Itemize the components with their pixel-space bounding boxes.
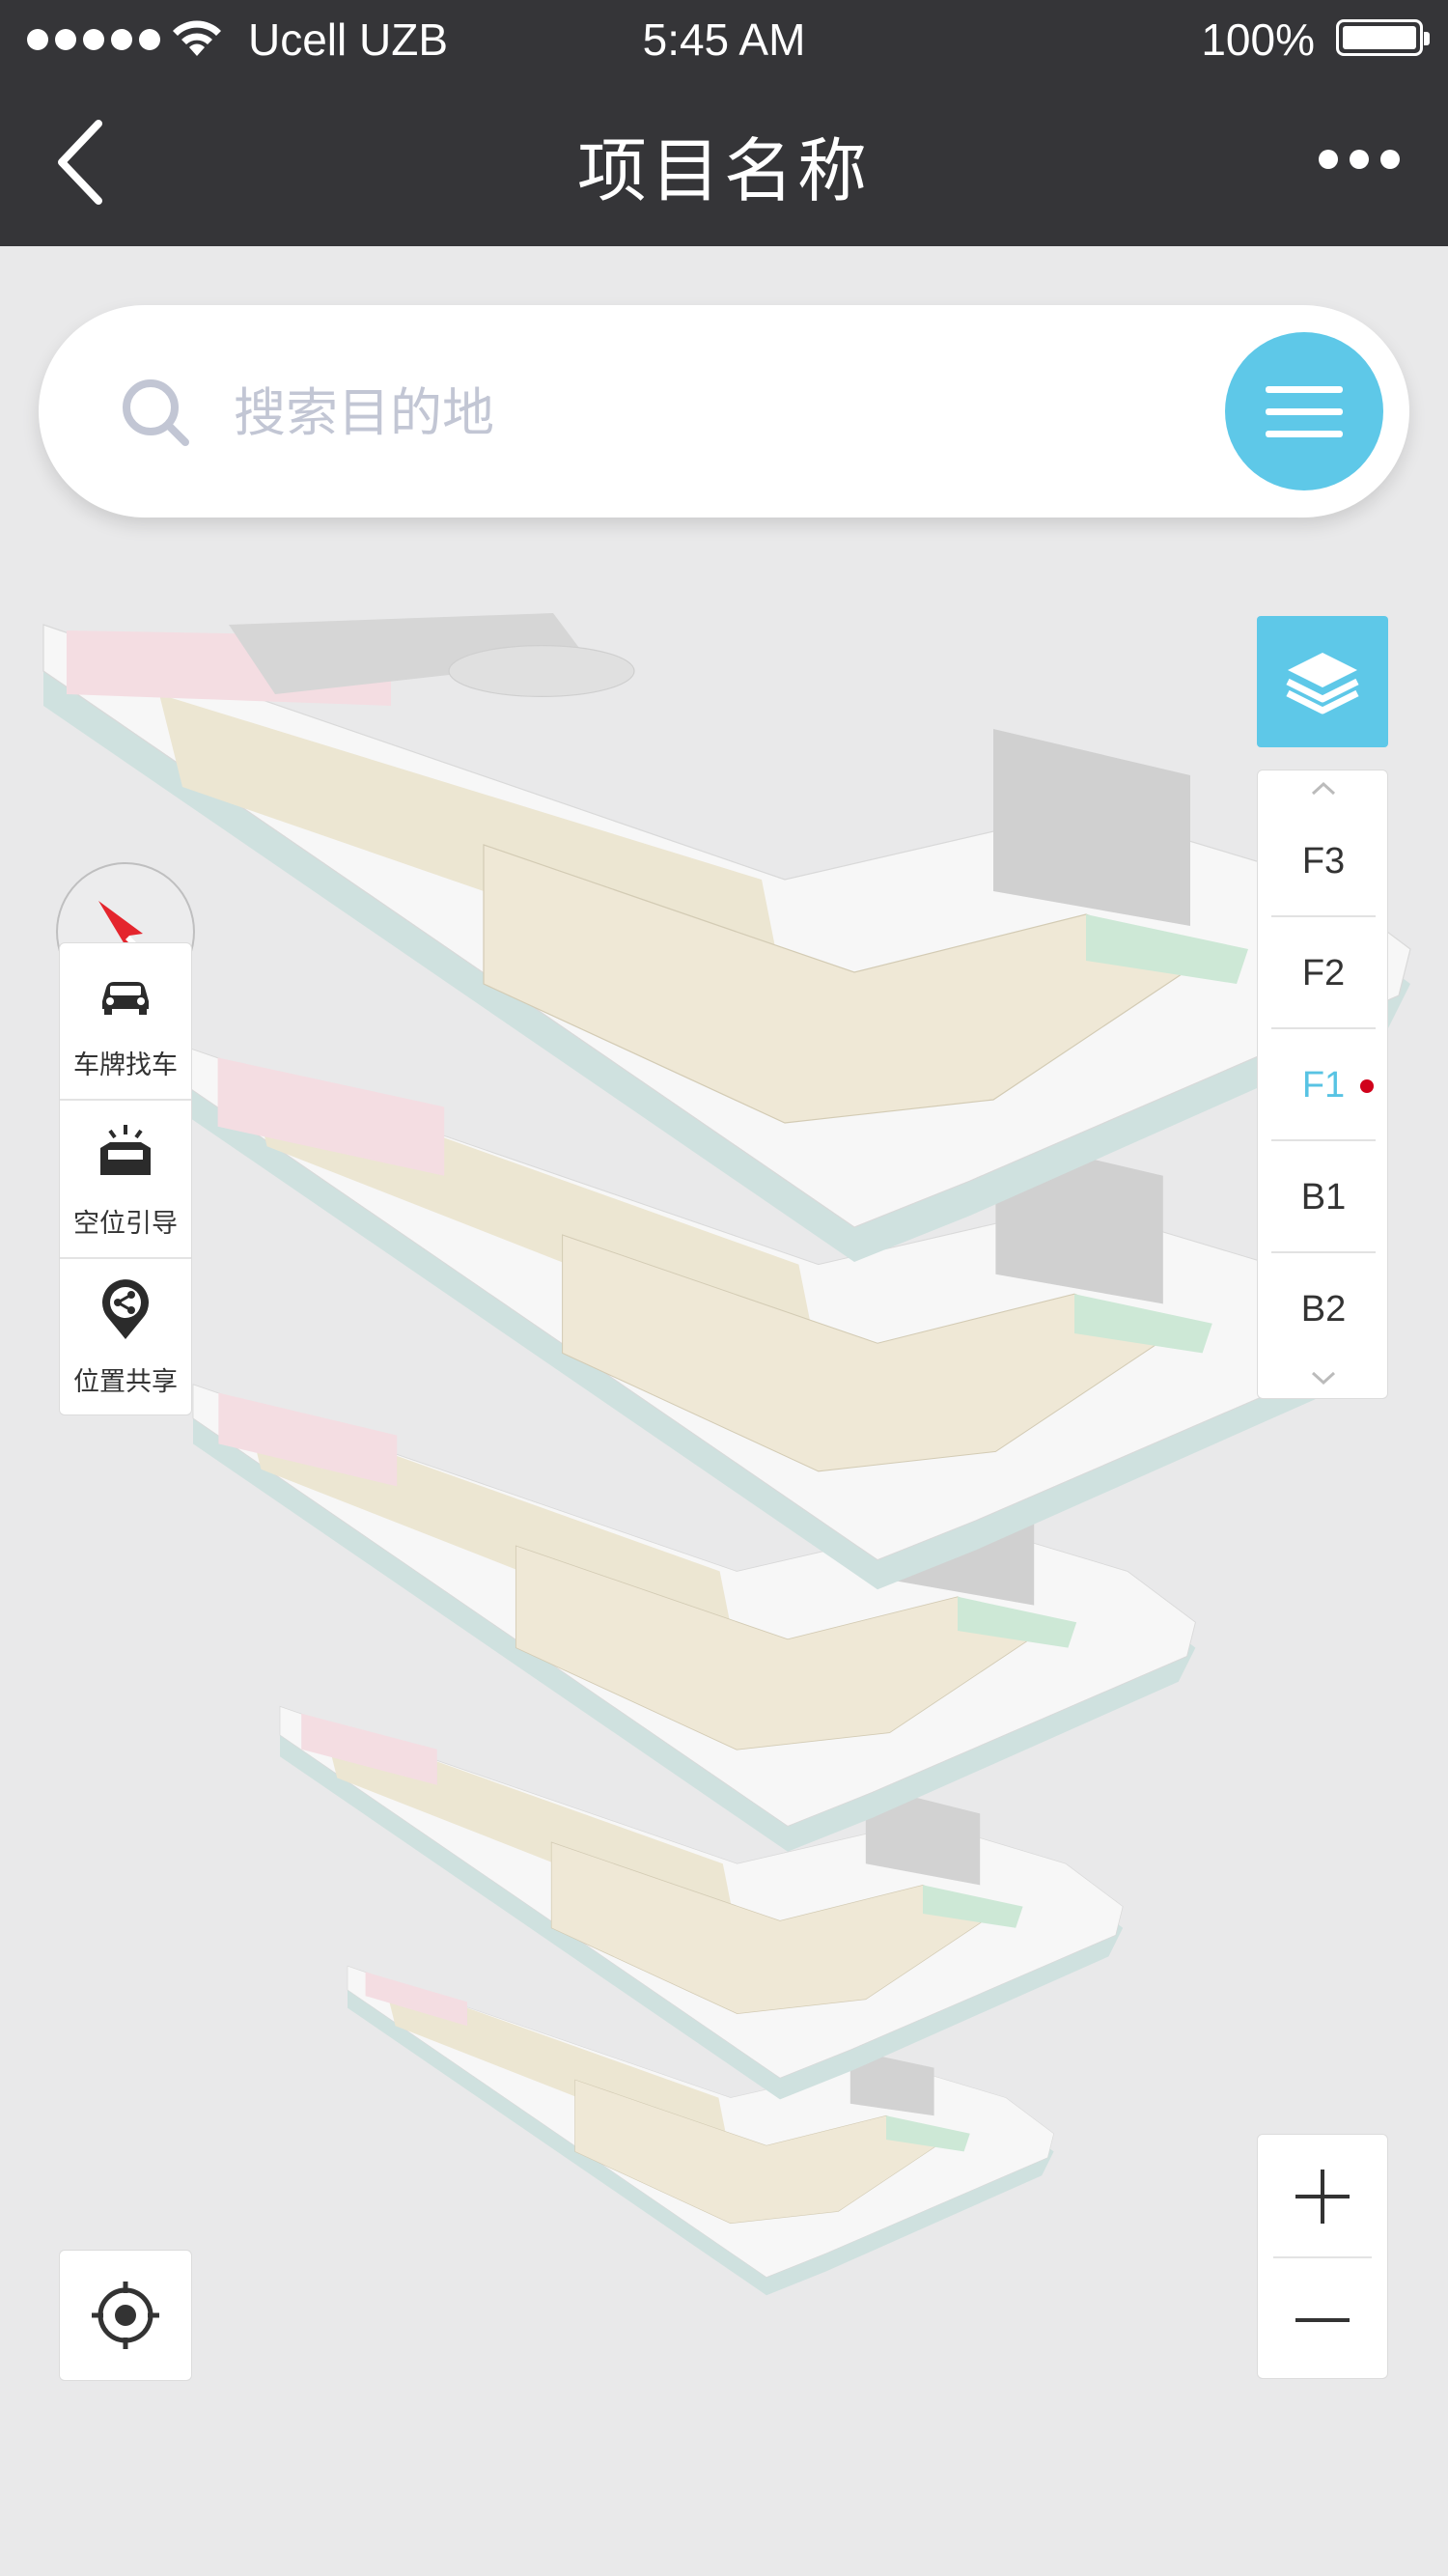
plus-icon bbox=[1295, 2170, 1350, 2224]
location-share-icon bbox=[102, 1279, 149, 1339]
floor-b1[interactable]: B1 bbox=[1258, 1141, 1389, 1253]
top-bar: Ucell UZB 5:45 AM 100% 项目名称 bbox=[0, 0, 1448, 246]
more-dots-icon bbox=[1319, 150, 1338, 169]
parking-space-icon bbox=[100, 1125, 151, 1175]
zoom-controls bbox=[1257, 2134, 1388, 2379]
search-bar bbox=[39, 305, 1409, 518]
map-floor-f3 bbox=[42, 613, 1411, 1262]
chevron-down-icon bbox=[1311, 1371, 1336, 1386]
tool-panel: 车牌找车 空位引导 位置共享 bbox=[59, 942, 192, 1415]
space-guide-label: 空位引导 bbox=[73, 1209, 178, 1239]
location-share-button[interactable]: 位置共享 bbox=[60, 1260, 191, 1417]
space-guide-button[interactable]: 空位引导 bbox=[60, 1102, 191, 1259]
floor-scroll-down[interactable] bbox=[1258, 1359, 1389, 1398]
active-floor-dot bbox=[1360, 1079, 1374, 1093]
search-icon bbox=[123, 379, 189, 446]
zoom-out-button[interactable] bbox=[1258, 2258, 1387, 2380]
car-icon bbox=[102, 982, 149, 1015]
floor-scroll-up[interactable] bbox=[1258, 770, 1389, 809]
location-share-label: 位置共享 bbox=[73, 1367, 178, 1397]
find-car-button[interactable]: 车牌找车 bbox=[60, 943, 191, 1101]
floor-b2[interactable]: B2 bbox=[1258, 1253, 1389, 1365]
layers-icon bbox=[1286, 653, 1359, 714]
chevron-up-icon bbox=[1311, 781, 1336, 796]
page-title: 项目名称 bbox=[576, 133, 871, 210]
battery-icon bbox=[1336, 19, 1430, 56]
layer-toggle-button[interactable] bbox=[1257, 616, 1388, 747]
more-button[interactable] bbox=[1319, 140, 1400, 179]
status-bar: Ucell UZB 5:45 AM 100% bbox=[0, 0, 1448, 81]
floor-f2[interactable]: F2 bbox=[1258, 917, 1389, 1029]
map-3d-floors[interactable] bbox=[0, 246, 1448, 2576]
battery-percent: 100% bbox=[1201, 14, 1315, 65]
locate-crosshair-icon bbox=[92, 2282, 159, 2349]
menu-button[interactable] bbox=[1225, 332, 1383, 490]
zoom-in-button[interactable] bbox=[1258, 2135, 1387, 2256]
floor-selector: F3 F2 F1 B1 B2 bbox=[1257, 770, 1388, 1399]
floor-f1[interactable]: F1 bbox=[1258, 1029, 1389, 1141]
locate-me-button[interactable] bbox=[59, 2250, 192, 2381]
search-input[interactable] bbox=[232, 363, 1201, 462]
floor-f3[interactable]: F3 bbox=[1258, 805, 1389, 917]
minus-icon bbox=[1295, 2318, 1350, 2322]
find-car-label: 车牌找车 bbox=[73, 1050, 178, 1080]
indoor-map[interactable] bbox=[0, 246, 1448, 2576]
